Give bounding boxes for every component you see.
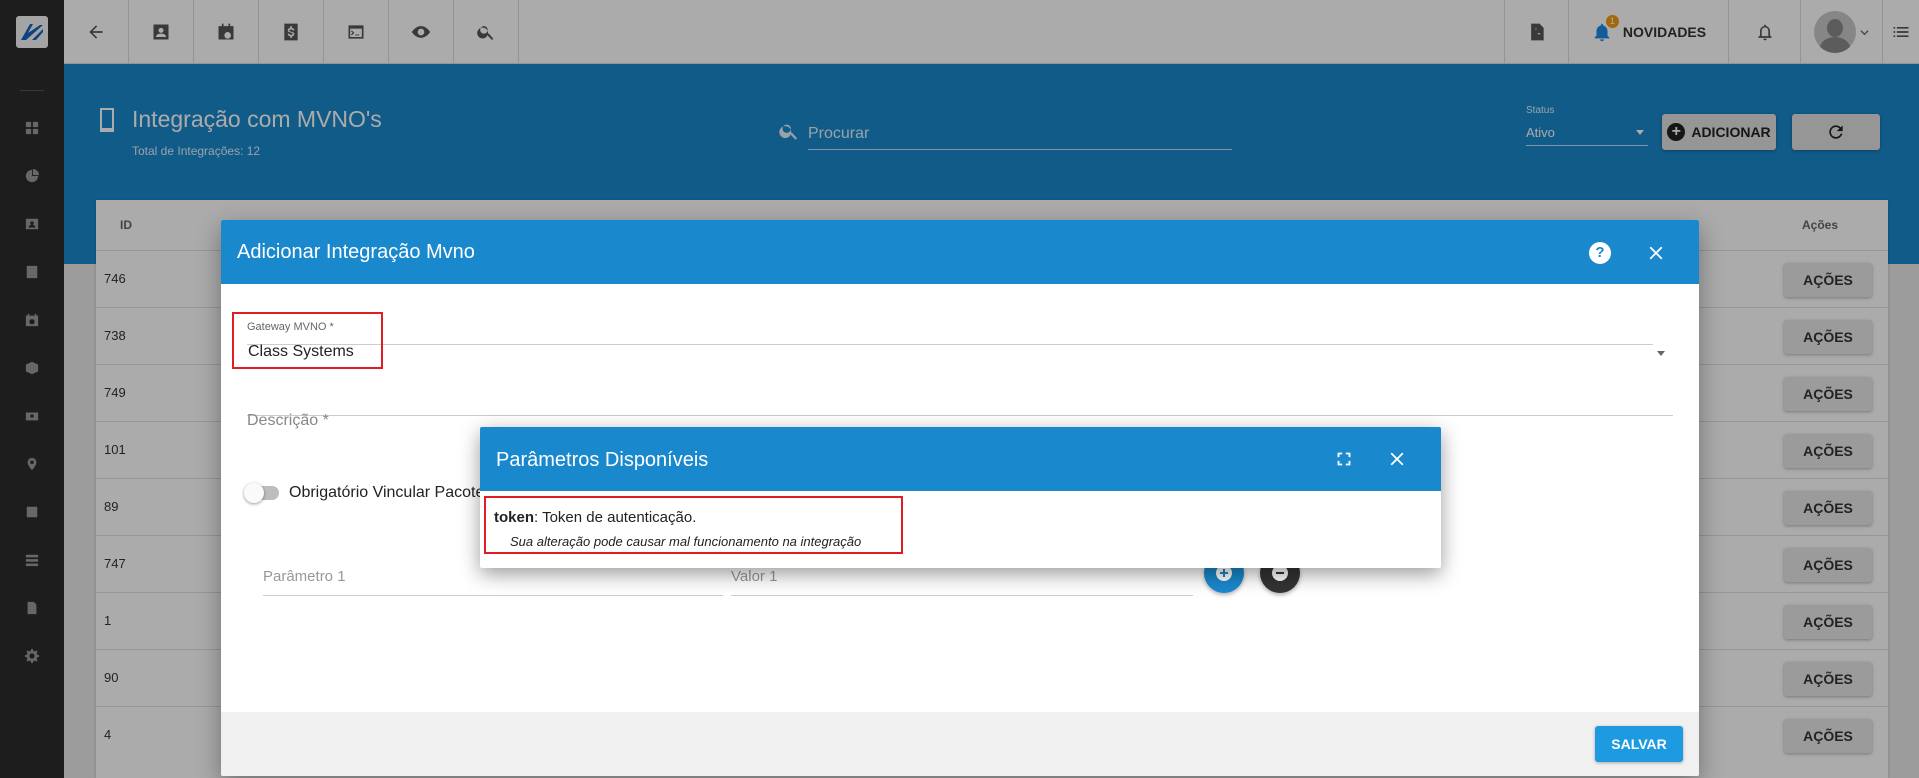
params-dialog-title: Parâmetros Disponíveis	[496, 449, 709, 471]
descricao-label: Descrição *	[247, 412, 329, 429]
descricao-input[interactable]	[247, 380, 1673, 416]
token-warning: Sua alteração pode causar mal funcioname…	[510, 534, 862, 549]
toggle-label: Obrigatório Vincular Pacote	[289, 484, 485, 501]
fullscreen-icon[interactable]	[1333, 448, 1355, 470]
close-icon[interactable]	[1386, 448, 1408, 470]
save-button[interactable]: SALVAR	[1595, 726, 1683, 762]
dialog-title: Adicionar Integração Mvno	[237, 241, 475, 263]
parameters-dialog: Parâmetros Disponíveis token: Token de a…	[480, 427, 1441, 568]
dialog-footer	[221, 712, 1699, 776]
token-description: : Token de autenticação.	[534, 509, 697, 526]
highlight-box	[232, 312, 383, 369]
dropdown-arrow-icon	[1657, 351, 1665, 356]
param-input[interactable]: Parâmetro 1	[263, 568, 723, 596]
help-icon[interactable]: ?	[1589, 242, 1611, 264]
gateway-mvno-select[interactable]	[247, 305, 1653, 345]
obrigatorio-toggle[interactable]	[244, 483, 279, 503]
token-name: token	[494, 509, 535, 526]
close-icon[interactable]	[1645, 242, 1667, 264]
valor-input[interactable]: Valor 1	[731, 568, 1193, 596]
token-param-line: token: Token de autenticação.	[494, 509, 696, 526]
